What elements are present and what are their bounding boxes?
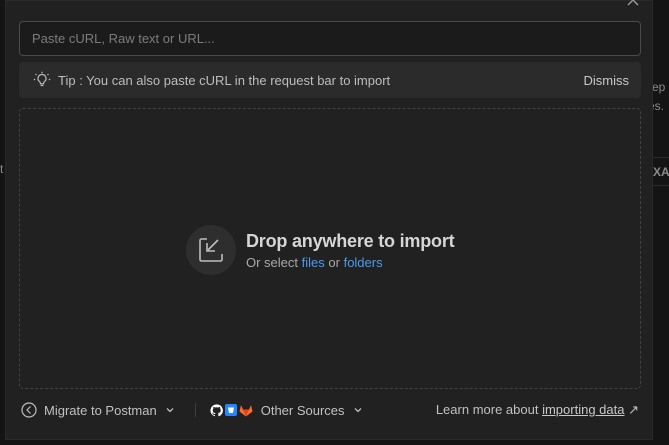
close-icon[interactable]	[626, 0, 640, 7]
drop-title: Drop anywhere to import	[246, 230, 455, 251]
drop-prompt: Drop anywhere to import Or select files …	[186, 225, 455, 275]
import-icon	[186, 225, 236, 275]
drop-sub-or: or	[328, 254, 340, 270]
import-footer: Migrate to Postman Other Sources Learn m…	[19, 397, 641, 423]
drop-subtitle: Or select files or folders	[246, 255, 454, 270]
other-sources-dropdown[interactable]: Other Sources	[210, 403, 363, 418]
paste-url-input[interactable]	[19, 21, 641, 56]
select-files-link[interactable]: files	[302, 255, 325, 270]
background-text-1: ep	[652, 80, 666, 94]
learn-more-prefix: Learn more about	[435, 402, 539, 417]
background-divider	[652, 157, 669, 158]
learn-more-text: Learn more about importing data ↗	[436, 402, 639, 418]
tip-banner: Tip : You can also paste cURL in the req…	[19, 62, 641, 98]
drop-zone[interactable]: Drop anywhere to import Or select files …	[19, 108, 641, 389]
select-folders-link[interactable]: folders	[344, 255, 383, 270]
migrate-icon	[21, 402, 37, 418]
chevron-down-icon	[165, 405, 175, 415]
background-text-4: t	[0, 162, 4, 176]
drop-sub-prefix: Or select	[246, 254, 299, 270]
background-divider-2	[652, 185, 669, 186]
import-modal: Tip : You can also paste cURL in the req…	[5, 0, 653, 440]
external-link-icon: ↗	[628, 402, 639, 417]
migrate-label: Migrate to Postman	[44, 402, 157, 418]
footer-divider	[194, 403, 196, 417]
other-sources-label: Other Sources	[260, 402, 345, 418]
gitlab-icon	[239, 404, 253, 417]
tip-text: Tip : You can also paste cURL in the req…	[58, 72, 391, 88]
dismiss-button[interactable]: Dismiss	[584, 73, 630, 88]
github-icon	[210, 403, 223, 417]
bitbucket-icon	[224, 404, 237, 416]
lightbulb-icon	[33, 71, 51, 89]
chevron-down-icon	[353, 405, 363, 415]
importing-data-link[interactable]: importing data	[542, 402, 624, 417]
background-text-3: XA	[653, 165, 669, 179]
migrate-to-postman-dropdown[interactable]: Migrate to Postman	[21, 402, 175, 418]
